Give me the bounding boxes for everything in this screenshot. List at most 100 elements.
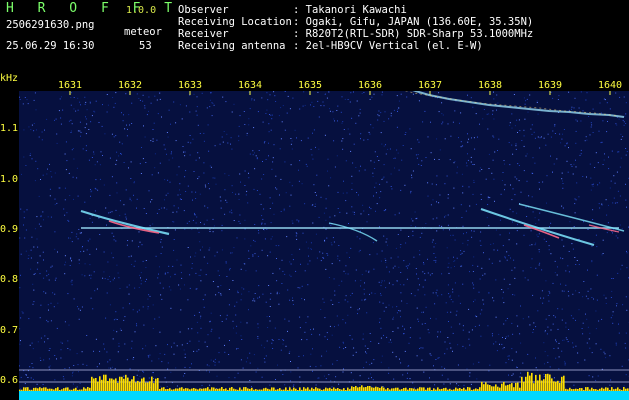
noise-dot xyxy=(386,336,388,338)
noise-dot xyxy=(520,191,522,193)
info-key: Receiving Location xyxy=(178,16,292,28)
noise-dot xyxy=(237,292,239,294)
noise-dot xyxy=(231,111,233,113)
noise-dot xyxy=(437,336,438,338)
noise-dot xyxy=(493,91,494,93)
noise-dot xyxy=(327,170,328,172)
noise-dot xyxy=(52,292,54,294)
noise-dot xyxy=(231,212,233,214)
signal-bar xyxy=(75,387,77,391)
noise-dot xyxy=(196,321,198,323)
noise-dot xyxy=(106,224,107,226)
noise-dot xyxy=(184,284,185,286)
noise-dot xyxy=(429,274,431,276)
noise-dot xyxy=(144,281,146,282)
noise-dot xyxy=(508,142,510,143)
noise-dot xyxy=(314,192,316,193)
noise-dot xyxy=(305,322,307,324)
noise-dot xyxy=(266,340,268,342)
signal-bar xyxy=(537,380,539,391)
noise-dot xyxy=(275,175,277,177)
noise-dot xyxy=(389,148,391,150)
noise-dot xyxy=(163,207,165,209)
noise-dot xyxy=(409,263,411,265)
noise-dot xyxy=(350,306,352,308)
signal-bar xyxy=(251,387,253,391)
noise-dot xyxy=(81,247,83,249)
noise-dot xyxy=(432,239,434,241)
noise-dot xyxy=(601,203,603,205)
noise-dot xyxy=(407,267,408,269)
noise-dot xyxy=(157,172,159,174)
noise-dot xyxy=(221,230,223,232)
noise-dot xyxy=(462,225,464,227)
noise-dot xyxy=(462,192,464,194)
noise-dot xyxy=(269,114,270,115)
noise-dot xyxy=(514,277,516,279)
info-value: : Takanori Kawachi xyxy=(293,4,407,16)
noise-dot xyxy=(64,321,66,323)
noise-dot xyxy=(353,347,355,349)
noise-dot xyxy=(333,241,335,243)
noise-dot xyxy=(300,263,301,265)
signal-bar xyxy=(69,389,71,391)
noise-dot xyxy=(547,326,549,328)
signal-bar xyxy=(337,388,339,391)
signal-bar xyxy=(571,389,573,391)
noise-dot xyxy=(392,351,394,353)
noise-dot xyxy=(543,375,545,377)
noise-dot xyxy=(38,136,40,138)
noise-dot xyxy=(47,216,49,218)
noise-dot xyxy=(488,292,490,294)
noise-dot xyxy=(292,97,294,99)
noise-dot xyxy=(483,109,485,110)
noise-dot xyxy=(520,372,522,374)
noise-dot xyxy=(504,256,506,258)
signal-bar xyxy=(603,388,605,391)
signal-bar xyxy=(391,388,393,391)
noise-dot xyxy=(263,208,265,210)
noise-dot xyxy=(513,259,515,261)
signal-bar xyxy=(269,389,271,391)
noise-dot xyxy=(425,157,427,158)
noise-dot xyxy=(447,257,449,259)
noise-dot xyxy=(431,183,433,185)
noise-dot xyxy=(215,183,217,185)
noise-dot xyxy=(337,208,339,209)
noise-dot xyxy=(142,370,144,372)
noise-dot xyxy=(334,290,336,292)
noise-dot xyxy=(576,260,578,261)
noise-dot xyxy=(158,273,159,275)
noise-dot xyxy=(326,350,327,352)
noise-dot xyxy=(509,122,511,124)
noise-dot xyxy=(213,360,215,362)
noise-dot xyxy=(536,102,538,103)
noise-dot xyxy=(31,124,33,126)
noise-dot xyxy=(410,190,412,192)
noise-dot xyxy=(208,150,210,152)
noise-dot xyxy=(221,224,223,226)
noise-dot xyxy=(458,385,459,386)
noise-dot xyxy=(43,219,44,221)
noise-dot xyxy=(169,181,171,183)
noise-dot xyxy=(351,182,353,184)
noise-dot xyxy=(133,265,135,267)
noise-dot xyxy=(603,294,605,296)
signal-bar xyxy=(271,387,273,391)
signal-bar xyxy=(487,384,489,391)
noise-dot xyxy=(129,124,130,126)
noise-dot xyxy=(318,148,320,150)
noise-dot xyxy=(568,147,569,149)
noise-dot xyxy=(313,129,315,131)
noise-dot xyxy=(225,199,227,201)
noise-dot xyxy=(19,388,21,390)
noise-dot xyxy=(578,196,580,198)
noise-dot xyxy=(523,170,525,172)
noise-dot xyxy=(597,375,599,377)
noise-dot xyxy=(510,184,511,186)
noise-dot xyxy=(71,123,73,125)
noise-dot xyxy=(184,176,186,178)
noise-dot xyxy=(167,136,169,138)
noise-dot xyxy=(422,271,424,273)
signal-bar xyxy=(455,387,457,391)
